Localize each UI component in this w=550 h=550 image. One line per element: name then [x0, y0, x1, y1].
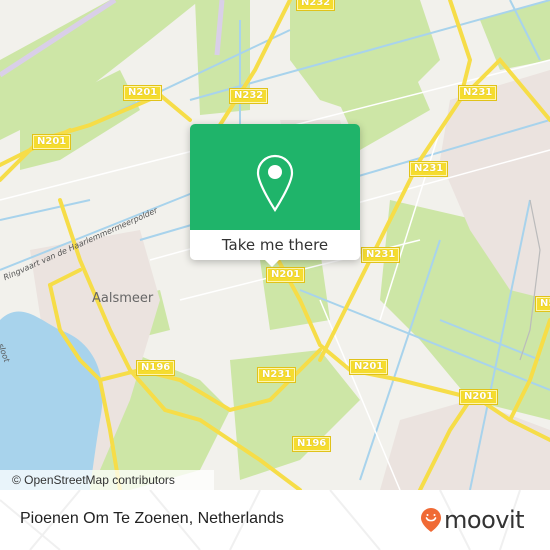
- road-shield: N201: [265, 267, 306, 283]
- osm-attribution[interactable]: © OpenStreetMap contributors: [0, 470, 214, 490]
- road-shield: N196: [135, 360, 176, 376]
- road-shield: N201: [348, 359, 389, 375]
- popup-pointer: [264, 259, 280, 267]
- road-shield: N231: [360, 247, 401, 263]
- moovit-logo[interactable]: moovit: [420, 505, 525, 535]
- road-shield: N231: [457, 85, 498, 101]
- moovit-pin-icon: [421, 508, 441, 532]
- take-me-there-button[interactable]: Take me there: [190, 230, 360, 260]
- road-shield: N201: [122, 85, 163, 101]
- road-shield: N201: [31, 134, 72, 150]
- place-label-aalsmeer: Aalsmeer: [92, 291, 154, 306]
- brand-name: moovit: [444, 506, 525, 534]
- road-shield: N232: [228, 88, 269, 104]
- place-name: Pioenen Om Te Zoenen, Netherlands: [20, 510, 284, 527]
- road-shield: N231: [408, 161, 449, 177]
- road-shield: N232: [295, 0, 336, 11]
- road-shield: N5: [534, 296, 550, 312]
- road-shield: N201: [458, 389, 499, 405]
- location-popup: Take me there: [190, 124, 360, 260]
- road-shield: N196: [291, 436, 332, 452]
- popup-header: [190, 124, 360, 230]
- map-pin-icon: [256, 154, 294, 213]
- road-shield: N231: [256, 367, 297, 383]
